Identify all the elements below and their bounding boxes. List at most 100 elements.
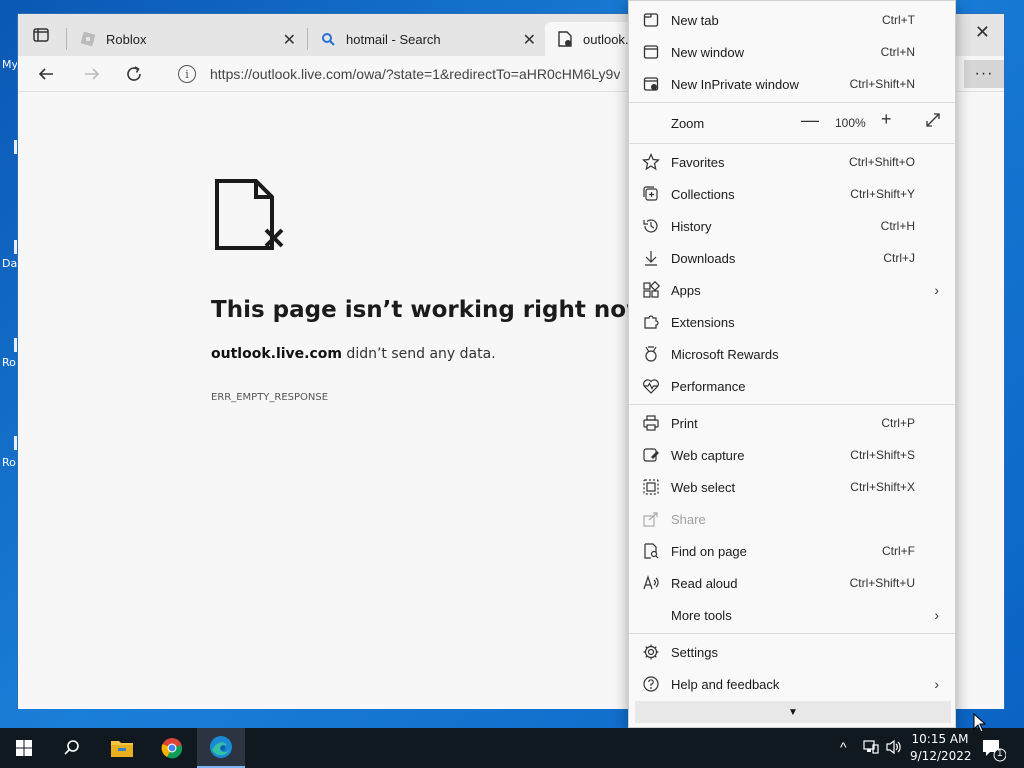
- rewards-icon: [641, 344, 661, 364]
- download-icon: [641, 248, 661, 268]
- collections-icon: [641, 184, 661, 204]
- menu-item-label: Performance: [671, 378, 746, 394]
- info-icon[interactable]: i: [178, 65, 196, 83]
- settings-and-more-button[interactable]: ···: [964, 60, 1004, 88]
- start-button[interactable]: [0, 728, 48, 768]
- menu-item-web-capture[interactable]: Web capture Ctrl+Shift+S: [629, 439, 955, 471]
- menu-item-label: Share: [671, 511, 706, 527]
- chevron-right-icon: ›: [934, 676, 939, 692]
- menu-item-print[interactable]: Print Ctrl+P: [629, 407, 955, 439]
- desktop-icon-label[interactable]: Ro: [2, 356, 16, 369]
- desktop-icon-label[interactable]: My: [2, 58, 18, 71]
- chrome-button[interactable]: [148, 728, 196, 768]
- zoom-label: Zoom: [671, 115, 705, 131]
- menu-item-shortcut: Ctrl+Shift+S: [850, 448, 915, 462]
- menu-item-new-inprivate[interactable]: New InPrivate window Ctrl+Shift+N: [629, 68, 955, 100]
- menu-item-label: Apps: [671, 282, 701, 298]
- menu-item-label: Settings: [671, 644, 718, 660]
- taskbar-search-button[interactable]: [48, 728, 96, 768]
- menu-item-more-tools[interactable]: More tools ›: [629, 599, 955, 631]
- edge-button[interactable]: [197, 728, 245, 768]
- menu-item-apps[interactable]: Apps ›: [629, 274, 955, 306]
- file-explorer-button[interactable]: [98, 728, 146, 768]
- menu-item-collections[interactable]: Collections Ctrl+Shift+Y: [629, 178, 955, 210]
- folder-icon: [111, 741, 133, 757]
- page-error-favicon-icon: [557, 31, 573, 47]
- zoom-in-icon[interactable]: +: [881, 109, 892, 130]
- menu-item-read-aloud[interactable]: Read aloud Ctrl+Shift+U: [629, 567, 955, 599]
- search-icon: [320, 31, 336, 47]
- window-close-icon[interactable]: ✕: [975, 22, 990, 43]
- menu-item-extensions[interactable]: Extensions: [629, 306, 955, 338]
- tab-actions-icon[interactable]: [32, 26, 50, 44]
- error-code: ERR_EMPTY_RESPONSE: [211, 392, 329, 403]
- network-icon[interactable]: [863, 739, 879, 758]
- chevron-up-icon[interactable]: ^: [840, 739, 847, 755]
- help-icon: [641, 674, 661, 694]
- address-url[interactable]: https://outlook.live.com/owa/?state=1&re…: [210, 66, 620, 82]
- menu-item-label: New window: [671, 44, 744, 60]
- menu-item-microsoft-rewards[interactable]: Microsoft Rewards: [629, 338, 955, 370]
- menu-item-history[interactable]: History Ctrl+H: [629, 210, 955, 242]
- menu-item-zoom: Zoom — 100% +: [629, 107, 955, 139]
- menu-item-shortcut: Ctrl+N: [880, 45, 915, 59]
- tab-label: hotmail - Search: [346, 31, 441, 47]
- menu-item-label: Help and feedback: [671, 676, 780, 692]
- roblox-favicon-icon: [80, 31, 96, 47]
- close-icon[interactable]: ✕: [523, 30, 536, 50]
- clock-time: 10:15 AM: [911, 732, 969, 746]
- action-center-button[interactable]: 1: [980, 736, 1007, 762]
- settings-menu: New tab Ctrl+T New window Ctrl+N New InP…: [628, 0, 956, 728]
- menu-item-find-on-page[interactable]: Find on page Ctrl+F: [629, 535, 955, 567]
- menu-item-shortcut: Ctrl+Shift+U: [849, 576, 915, 590]
- menu-item-label: Print: [671, 415, 698, 431]
- clock[interactable]: 10:15 AM 9/12/2022: [910, 731, 972, 765]
- menu-item-shortcut: Ctrl+Shift+N: [849, 77, 915, 91]
- star-icon: [641, 152, 661, 172]
- error-title: This page isn’t working right now: [211, 297, 648, 323]
- tab-roblox[interactable]: Roblox ✕: [68, 22, 304, 56]
- menu-item-help-and-feedback[interactable]: Help and feedback ›: [629, 668, 955, 700]
- menu-divider: [629, 404, 955, 405]
- menu-divider: [629, 102, 955, 103]
- broken-page-icon: [214, 178, 286, 259]
- apps-icon: [641, 280, 661, 300]
- menu-item-label: History: [671, 218, 712, 234]
- web-capture-icon: [641, 445, 661, 465]
- menu-item-label: Extensions: [671, 314, 735, 330]
- menu-item-performance[interactable]: Performance: [629, 370, 955, 402]
- menu-scroll-down-button[interactable]: ▼: [635, 701, 951, 723]
- refresh-button[interactable]: [122, 62, 146, 86]
- taskbar: ^ 10:15 AM 9/12/2022 1: [0, 728, 1024, 768]
- zoom-out-icon[interactable]: —: [801, 110, 819, 131]
- menu-item-web-select[interactable]: Web select Ctrl+Shift+X: [629, 471, 955, 503]
- menu-item-downloads[interactable]: Downloads Ctrl+J: [629, 242, 955, 274]
- close-icon[interactable]: ✕: [283, 30, 296, 50]
- menu-divider: [629, 143, 955, 144]
- triangle-down-icon: ▼: [788, 706, 798, 718]
- menu-item-label: Web capture: [671, 447, 745, 463]
- menu-item-shortcut: Ctrl+Shift+O: [848, 155, 915, 169]
- share-icon: [641, 509, 661, 529]
- menu-item-shortcut: Ctrl+T: [882, 13, 915, 27]
- menu-item-new-tab[interactable]: New tab Ctrl+T: [629, 4, 955, 36]
- menu-item-new-window[interactable]: New window Ctrl+N: [629, 36, 955, 68]
- menu-item-label: Favorites: [671, 154, 725, 170]
- tab-hotmail-search[interactable]: hotmail - Search ✕: [308, 22, 544, 56]
- menu-item-favorites[interactable]: Favorites Ctrl+Shift+O: [629, 146, 955, 178]
- new-tab-icon: [641, 10, 661, 30]
- clock-date: 9/12/2022: [910, 749, 972, 763]
- gear-icon: [641, 642, 661, 662]
- fullscreen-icon[interactable]: [925, 112, 941, 133]
- desktop-icon-label[interactable]: Ro: [2, 456, 16, 469]
- arrow-right-icon: [85, 68, 100, 80]
- volume-icon[interactable]: [885, 739, 903, 758]
- notification-count: 1: [997, 748, 1003, 759]
- menu-item-settings[interactable]: Settings: [629, 636, 955, 668]
- back-button[interactable]: [34, 62, 58, 86]
- arrow-left-icon: [38, 68, 53, 80]
- history-icon: [641, 216, 661, 236]
- forward-button[interactable]: [80, 62, 104, 86]
- tab-separator: [66, 28, 67, 50]
- desktop-icon-label[interactable]: Da: [2, 257, 17, 270]
